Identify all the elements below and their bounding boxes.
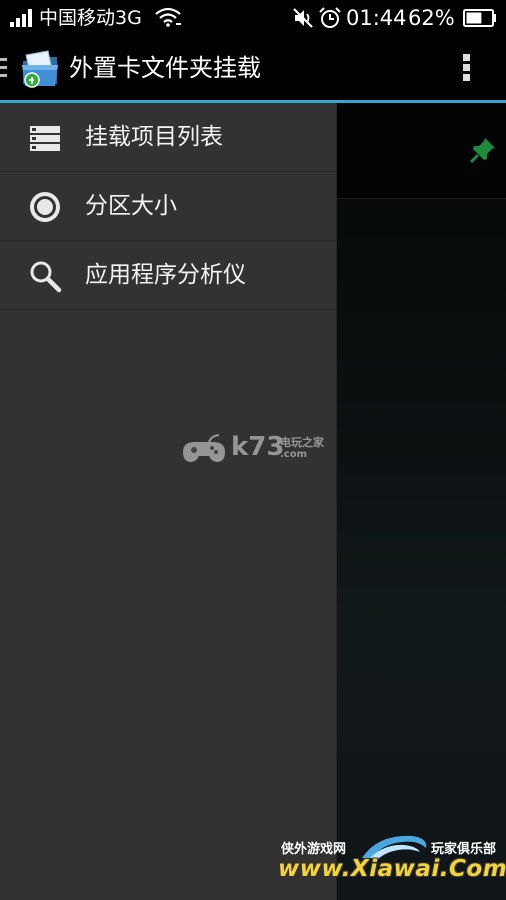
xiawai-watermark: 侠外游戏网 玩家俱乐部 www.Xiawai.Com xyxy=(276,832,506,892)
xiawai-site-name: 侠外游戏网 xyxy=(281,842,347,857)
drawer-item-mount-list[interactable]: 挂载项目列表 xyxy=(0,103,336,172)
battery-percent: 62% xyxy=(408,6,455,30)
xiawai-club-name: 玩家俱乐部 xyxy=(431,842,497,857)
search-icon xyxy=(30,261,62,293)
navigation-drawer: 挂载项目列表 分区大小 应用程序分析仪 xyxy=(0,103,337,900)
target-icon xyxy=(30,192,60,222)
clock-time: 01:44 xyxy=(346,6,407,30)
xiawai-domain: www.Xiawai.Com xyxy=(278,856,506,882)
gamepad-logo-icon xyxy=(183,434,225,462)
battery-icon xyxy=(463,9,496,27)
list-icon xyxy=(30,126,60,151)
drawer-item-label: 分区大小 xyxy=(85,193,177,219)
k73-domain: .com xyxy=(280,449,308,460)
drawer-item-partition-size[interactable]: 分区大小 xyxy=(0,172,336,241)
overflow-menu-icon[interactable] xyxy=(458,52,474,86)
k73-brand: k73 xyxy=(231,432,285,462)
wifi-icon xyxy=(155,7,181,27)
drawer-item-label: 挂载项目列表 xyxy=(85,124,223,150)
main-content xyxy=(337,103,506,900)
k73-tagline: 电玩之家 xyxy=(280,436,324,449)
pin-icon[interactable] xyxy=(468,135,498,165)
app-icon[interactable] xyxy=(20,50,60,88)
drawer-item-app-analyzer[interactable]: 应用程序分析仪 xyxy=(0,241,336,310)
signal-icon xyxy=(10,9,32,27)
mute-icon xyxy=(293,8,313,28)
k73-watermark: k73 电玩之家 .com xyxy=(179,430,339,470)
alarm-icon xyxy=(319,7,341,28)
app-title: 外置卡文件夹挂载 xyxy=(69,54,261,82)
drawer-item-label: 应用程序分析仪 xyxy=(85,262,246,288)
action-bar: 外置卡文件夹挂载 xyxy=(0,36,506,100)
list-item[interactable] xyxy=(337,103,506,199)
status-bar: 中国移动3G 01:44 62% xyxy=(0,0,506,36)
drawer-indicator-icon[interactable] xyxy=(0,58,8,78)
carrier-name: 中国移动3G xyxy=(39,7,142,29)
